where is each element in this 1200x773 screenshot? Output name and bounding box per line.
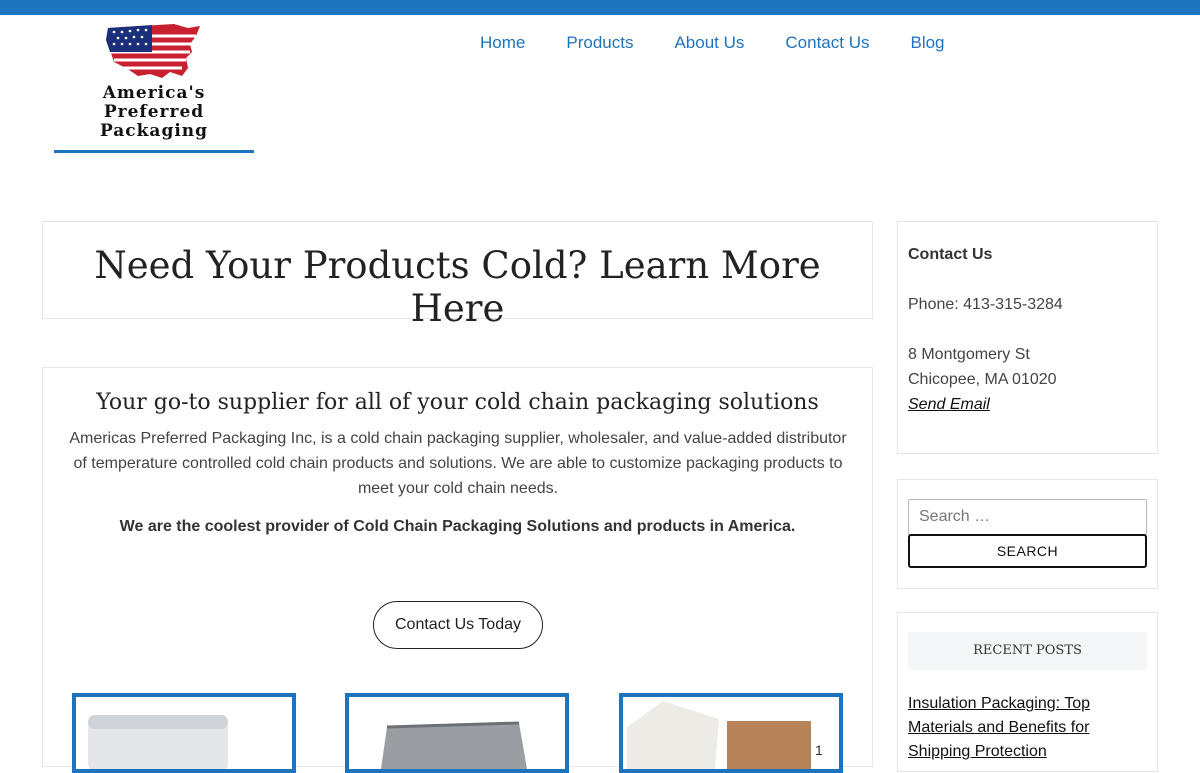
main-content: Your go-to supplier for all of your cold… — [42, 367, 873, 773]
shipping-boxes-image: 1 — [627, 701, 823, 769]
nav-products[interactable]: Products — [566, 33, 633, 53]
product-card-cooler[interactable] — [72, 693, 296, 773]
contact-phone: Phone: 413-315-3284 — [908, 296, 1063, 313]
nav-contact-us[interactable]: Contact Us — [785, 33, 869, 53]
hero-title: Need Your Products Cold? Learn More Here — [94, 244, 821, 330]
logo-underline — [54, 150, 254, 153]
contact-widget-title: Contact Us — [908, 246, 993, 263]
main-heading: Your go-to supplier for all of your cold… — [96, 390, 819, 415]
sidebar-recent-posts-widget: RECENT POSTS Insulation Packaging: Top M… — [897, 612, 1158, 772]
insulated-liner-image — [381, 721, 527, 769]
search-button[interactable]: SEARCH — [908, 534, 1147, 568]
search-input[interactable] — [908, 499, 1147, 535]
product-card-boxes[interactable]: 1 — [619, 693, 843, 773]
top-accent-bar — [0, 0, 1200, 15]
intro-paragraph: Americas Preferred Packaging Inc, is a c… — [69, 430, 847, 497]
nav-home[interactable]: Home — [480, 33, 525, 53]
logo-wordmark: America's Preferred Packaging — [54, 84, 254, 141]
logo-line-2: Preferred — [103, 102, 205, 122]
logo-line-1: America's — [102, 83, 206, 103]
nav-about-us[interactable]: About Us — [674, 33, 744, 53]
send-email-link[interactable]: Send Email — [908, 396, 990, 414]
nav-blog[interactable]: Blog — [910, 33, 944, 53]
main-navigation: Home Products About Us Contact Us Blog — [480, 33, 986, 53]
sidebar-contact-widget: Contact Us Phone: 413-315-3284 8 Montgom… — [897, 221, 1158, 454]
site-logo[interactable]: America's Preferred Packaging — [54, 20, 254, 154]
foam-cooler-image — [88, 715, 228, 769]
usa-flag-map-icon — [106, 24, 200, 78]
recent-post-link[interactable]: Insulation Packaging: Top Materials and … — [908, 692, 1108, 764]
logo-line-3: Packaging — [99, 121, 209, 141]
hero-banner: Need Your Products Cold? Learn More Here — [42, 221, 873, 330]
sidebar-search-widget: SEARCH — [897, 479, 1158, 589]
product-card-insulated-liner[interactable] — [345, 693, 569, 773]
contact-us-today-button[interactable]: Contact Us Today — [373, 601, 543, 649]
contact-address-line-1: 8 Montgomery St — [908, 346, 1030, 363]
svg-text:1: 1 — [815, 742, 823, 758]
recent-posts-title: RECENT POSTS — [908, 632, 1147, 670]
contact-address-line-2: Chicopee, MA 01020 — [908, 371, 1057, 388]
tagline: We are the coolest provider of Cold Chai… — [119, 518, 796, 535]
